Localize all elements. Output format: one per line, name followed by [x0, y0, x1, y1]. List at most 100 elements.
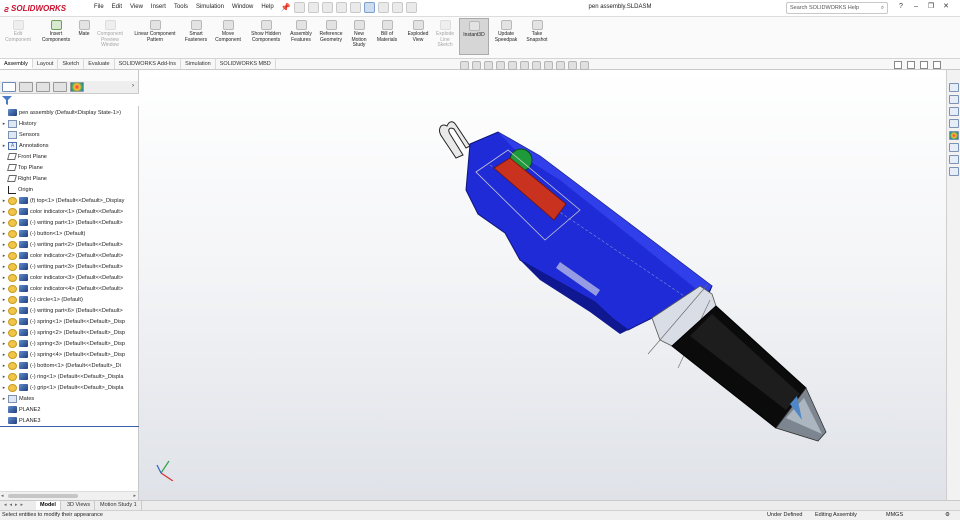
tree-item[interactable]: Top Plane	[0, 162, 138, 173]
expand-arrow-icon[interactable]: ▸	[0, 198, 8, 204]
close-icon[interactable]: ✕	[941, 2, 951, 12]
minimize-icon[interactable]: –	[911, 2, 921, 12]
zoom-to-fit-icon[interactable]	[460, 61, 469, 70]
tab-3d-views[interactable]: 3D Views	[63, 501, 96, 510]
tree-item[interactable]: ▸ color indicator<3> (Default<<Default>	[0, 272, 138, 283]
help-search-input[interactable]: Search SOLIDWORKS Help	[790, 5, 859, 11]
expand-arrow-icon[interactable]: ▸	[0, 297, 8, 303]
tree-item[interactable]: pen assembly (Default<Display State-1>)	[0, 107, 138, 118]
pane-expand-arrow-icon[interactable]: ›	[130, 82, 136, 92]
menu-simulation[interactable]: Simulation	[193, 3, 227, 11]
expand-arrow-icon[interactable]: ▸	[0, 308, 8, 314]
dimxpert-manager-tab-icon[interactable]	[53, 82, 67, 92]
tab-simulation[interactable]: Simulation	[181, 59, 216, 69]
expand-arrow-icon[interactable]: ▸	[0, 352, 8, 358]
mate-button[interactable]: Mate	[76, 20, 92, 38]
filter-icon[interactable]	[2, 96, 12, 105]
update-speedpak-button[interactable]: Update Speedpak	[491, 20, 521, 43]
tree-item[interactable]: ▸ (-) spring<3> (Default<<Default>_Disp	[0, 338, 138, 349]
design-library-icon[interactable]	[949, 95, 959, 104]
expand-arrow-icon[interactable]: ▸	[0, 363, 8, 369]
expand-arrow-icon[interactable]: ▸	[0, 286, 8, 292]
tree-item[interactable]: Sensors	[0, 129, 138, 140]
section-view-icon[interactable]	[496, 61, 505, 70]
expand-arrow-icon[interactable]: ▸	[0, 374, 8, 380]
tree-item[interactable]: ▸ color indicator<2> (Default<<Default>	[0, 250, 138, 261]
open-document-icon[interactable]	[308, 2, 319, 13]
expand-arrow-icon[interactable]: ▸	[0, 253, 8, 259]
tree-item[interactable]: ▸ (-) spring<2> (Default<<Default>_Disp	[0, 327, 138, 338]
status-units[interactable]: MMGS	[886, 511, 903, 520]
select-pointer-icon[interactable]	[364, 2, 375, 13]
display-manager-tab-icon[interactable]	[70, 82, 84, 92]
tab-solidworks-mbd[interactable]: SOLIDWORKS MBD	[216, 59, 276, 69]
hide-show-items-icon[interactable]	[544, 61, 553, 70]
options-gear-icon[interactable]	[406, 2, 417, 13]
tab-solidworks-add-ins[interactable]: SOLIDWORKS Add-Ins	[115, 59, 182, 69]
menu-edit[interactable]: Edit	[109, 3, 125, 11]
configuration-manager-tab-icon[interactable]	[36, 82, 50, 92]
tree-item[interactable]: Front Plane	[0, 151, 138, 162]
tab-model[interactable]: Model	[36, 501, 61, 510]
menu-window[interactable]: Window	[229, 3, 256, 11]
expand-arrow-icon[interactable]: ▸	[0, 385, 8, 391]
property-manager-tab-icon[interactable]	[19, 82, 33, 92]
help-search[interactable]: Search SOLIDWORKS Help ⌕	[786, 2, 888, 14]
tab-motion-study-1[interactable]: Motion Study 1	[96, 501, 142, 510]
show-hidden-components-button[interactable]: Show Hidden Components	[249, 20, 283, 43]
tab-evaluate[interactable]: Evaluate	[84, 59, 115, 69]
edit-appearance-icon[interactable]	[556, 61, 565, 70]
expand-arrow-icon[interactable]: ▸	[0, 209, 8, 215]
tree-item[interactable]: ▸ (-) ring<1> (Default<<Default>_Displa	[0, 371, 138, 382]
menu-help[interactable]: Help	[258, 3, 276, 11]
panel-collapse-strip[interactable]	[0, 70, 139, 81]
tree-item[interactable]: ▸ color indicator<4> (Default<<Default>	[0, 283, 138, 294]
tree-item[interactable]: ▸ (-) circle<1> (Default)	[0, 294, 138, 305]
tree-item[interactable]: ▸ History	[0, 118, 138, 129]
tree-item[interactable]: ▸ (-) writing part<2> (Default<<Default>	[0, 239, 138, 250]
tree-item[interactable]: ▸ (-) spring<4> (Default<<Default>_Disp	[0, 349, 138, 360]
menu-file[interactable]: File	[91, 3, 107, 11]
tree-item[interactable]: ▸ (-) writing part<6> (Default<<Default>	[0, 305, 138, 316]
explode-line-sketch-button[interactable]: Explode Line Sketch	[433, 20, 457, 49]
apply-scene-icon[interactable]	[568, 61, 577, 70]
tree-item[interactable]: Right Plane	[0, 173, 138, 184]
scroll-left-icon[interactable]: ◂	[1, 493, 4, 499]
solidworks-forum-icon[interactable]	[949, 155, 959, 164]
previous-view-icon[interactable]	[484, 61, 493, 70]
pen-assembly-model[interactable]	[139, 70, 946, 500]
expand-arrow-icon[interactable]: ▸	[0, 396, 8, 402]
tree-item[interactable]: Origin	[0, 184, 138, 195]
graphics-area[interactable]	[139, 70, 946, 500]
rebuild-icon[interactable]	[378, 2, 389, 13]
tree-item[interactable]: ▸ A Annotations	[0, 140, 138, 151]
edit-component-button[interactable]: Edit Component	[4, 20, 32, 43]
linear-component-pattern-button[interactable]: Linear Component Pattern	[129, 20, 181, 43]
tab-layout[interactable]: Layout	[33, 59, 59, 69]
scroll-right-icon[interactable]: ▸	[133, 493, 136, 499]
tree-item[interactable]: ▸ (-) grip<1> (Default<<Default>_Displa	[0, 382, 138, 393]
print-icon[interactable]	[336, 2, 347, 13]
component-preview-window-button[interactable]: Component Preview Window	[94, 20, 126, 49]
feature-manager-tab-icon[interactable]	[2, 82, 16, 92]
smart-fasteners-button[interactable]: Smart Fasteners	[182, 20, 210, 43]
tree-item[interactable]: ▸ (f) top<1> (Default<<Default>_Display	[0, 195, 138, 206]
restore-icon[interactable]: ❐	[926, 2, 936, 12]
menu-insert[interactable]: Insert	[148, 3, 169, 11]
solidworks-logo[interactable]: ƨ SOLIDWORKS	[4, 2, 66, 15]
tree-item[interactable]: ▸ color indicator<1> (Default<<Default>	[0, 206, 138, 217]
tree-item[interactable]: PLANE2	[0, 404, 138, 415]
save-icon[interactable]	[322, 2, 333, 13]
expand-arrow-icon[interactable]: ▸	[0, 143, 8, 149]
expand-arrow-icon[interactable]: ▸	[0, 242, 8, 248]
reference-geometry-button[interactable]: Reference Geometry	[316, 20, 346, 43]
help-question-icon[interactable]: ?	[896, 2, 906, 12]
scroll-thumb[interactable]	[8, 494, 78, 498]
tree-item[interactable]: ▸ (-) spring<1> (Default<<Default>_Disp	[0, 316, 138, 327]
viewport-restore-icon[interactable]	[894, 61, 902, 69]
expand-arrow-icon[interactable]: ▸	[0, 275, 8, 281]
assembly-features-button[interactable]: Assembly Features	[287, 20, 315, 43]
expand-arrow-icon[interactable]: ▸	[0, 319, 8, 325]
new-document-icon[interactable]	[294, 2, 305, 13]
view-palette-icon[interactable]	[949, 119, 959, 128]
